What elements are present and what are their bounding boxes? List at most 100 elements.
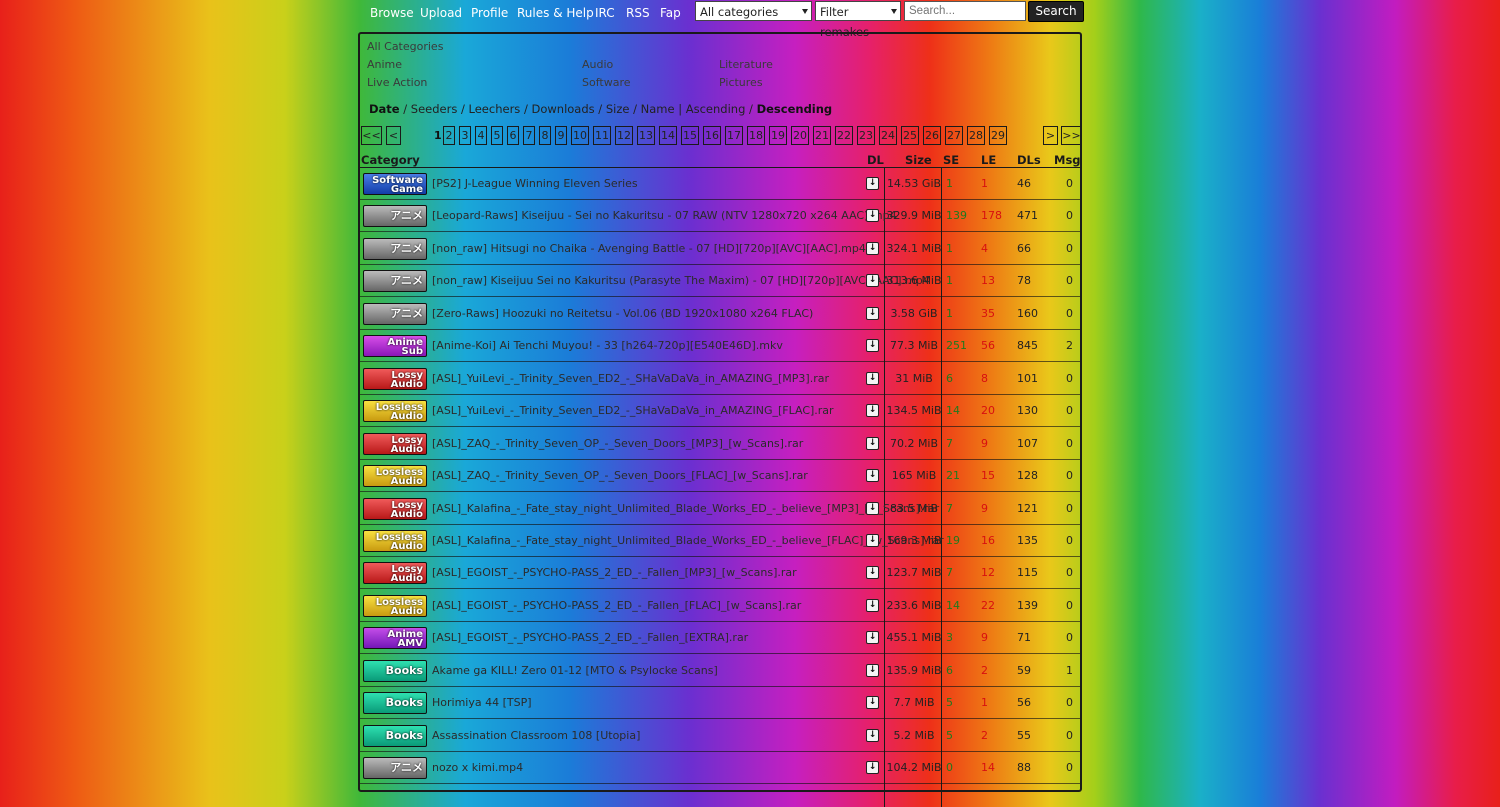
category-badge[interactable]: Lossy Audio [363, 562, 427, 585]
page-link[interactable]: 13 [637, 126, 655, 145]
comments-count[interactable]: 1 [1066, 664, 1073, 677]
comments-count[interactable]: 0 [1066, 307, 1073, 320]
category-badge[interactable]: Lossy Audio [363, 497, 427, 520]
comments-count[interactable]: 0 [1066, 761, 1073, 774]
page-link[interactable]: 2 [443, 126, 455, 145]
page-link[interactable]: 24 [879, 126, 897, 145]
torrent-name-link[interactable]: [ASL]_ZAQ_-_Trinity_Seven_OP_-_Seven_Doo… [432, 469, 808, 482]
sort-leechers[interactable]: Leechers [469, 102, 521, 116]
download-icon[interactable]: ↓ [866, 598, 879, 612]
category-audio[interactable]: Audio [582, 58, 613, 71]
torrent-name-link[interactable]: [PS2] J-League Winning Eleven Series [432, 177, 638, 190]
download-icon[interactable]: ↓ [866, 566, 879, 580]
comments-count[interactable]: 0 [1066, 566, 1073, 579]
page-link[interactable]: 5 [491, 126, 503, 145]
page-link[interactable]: 18 [747, 126, 765, 145]
torrent-name-link[interactable]: [ASL]_YuiLevi_-_Trinity_Seven_ED2_-_SHaV… [432, 372, 829, 385]
page-link[interactable]: 23 [857, 126, 875, 145]
page-link[interactable]: 15 [681, 126, 699, 145]
header-category[interactable]: Category [361, 153, 420, 167]
sort-seeders[interactable]: Seeders [411, 102, 458, 116]
search-button[interactable]: Search [1028, 1, 1084, 22]
comments-count[interactable]: 0 [1066, 729, 1073, 742]
download-icon[interactable]: ↓ [866, 761, 879, 775]
category-badge[interactable]: アニメ [363, 270, 427, 293]
sort-name[interactable]: Name [641, 102, 675, 116]
category-badge[interactable]: Software Game [363, 173, 427, 195]
nav-profile[interactable]: Profile [471, 6, 508, 20]
torrent-name-link[interactable]: Horimiya 44 [TSP] [432, 696, 532, 709]
torrent-name-link[interactable]: [ASL]_ZAQ_-_Trinity_Seven_OP_-_Seven_Doo… [432, 437, 803, 450]
comments-count[interactable]: 0 [1066, 631, 1073, 644]
torrent-name-link[interactable]: Akame ga KILL! Zero 01-12 [MTO & Psylock… [432, 664, 718, 677]
download-icon[interactable]: ↓ [866, 241, 879, 255]
page-link[interactable]: 22 [835, 126, 853, 145]
nav-irc[interactable]: IRC [595, 6, 615, 20]
download-icon[interactable]: ↓ [866, 501, 879, 515]
page-link[interactable]: 14 [659, 126, 677, 145]
download-icon[interactable]: ↓ [866, 696, 879, 710]
torrent-name-link[interactable]: [Anime-Koi] Ai Tenchi Muyou! - 33 [h264-… [432, 339, 783, 352]
page-link[interactable]: 7 [523, 126, 535, 145]
page-link[interactable]: 16 [703, 126, 721, 145]
sort-size[interactable]: Size [606, 102, 630, 116]
page-link[interactable]: 21 [813, 126, 831, 145]
page-link[interactable]: 29 [989, 126, 1007, 145]
download-icon[interactable]: ↓ [866, 663, 879, 677]
torrent-name-link[interactable]: [non_raw] Kiseijuu Sei no Kakuritsu (Par… [432, 274, 930, 287]
download-icon[interactable]: ↓ [866, 728, 879, 742]
comments-count[interactable]: 0 [1066, 696, 1073, 709]
page-link[interactable]: 11 [593, 126, 611, 145]
sort-date[interactable]: Date [369, 102, 400, 116]
header-le[interactable]: LE [981, 153, 996, 167]
category-live-action[interactable]: Live Action [367, 76, 427, 89]
order-ascending[interactable]: Ascending [686, 102, 746, 116]
page-link[interactable]: 19 [769, 126, 787, 145]
category-literature[interactable]: Literature [719, 58, 773, 71]
nav-upload[interactable]: Upload [420, 6, 462, 20]
download-icon[interactable]: ↓ [866, 306, 879, 320]
nav-browse[interactable]: Browse [370, 6, 414, 20]
category-select[interactable]: All categories [695, 1, 812, 21]
category-badge[interactable]: Anime Sub [363, 335, 427, 358]
comments-count[interactable]: 0 [1066, 599, 1073, 612]
download-icon[interactable]: ↓ [866, 631, 879, 645]
page-link[interactable]: 10 [571, 126, 589, 145]
comments-count[interactable]: 0 [1066, 404, 1073, 417]
category-badge[interactable]: Lossy Audio [363, 367, 427, 390]
order-descending[interactable]: Descending [757, 102, 833, 116]
download-icon[interactable]: ↓ [866, 177, 879, 190]
page-link[interactable]: 28 [967, 126, 985, 145]
page-first-button[interactable]: << [361, 126, 382, 145]
category-pictures[interactable]: Pictures [719, 76, 763, 89]
torrent-name-link[interactable]: [ASL]_EGOIST_-_PSYCHO-PASS_2_ED_-_Fallen… [432, 566, 797, 579]
page-link[interactable]: 3 [459, 126, 471, 145]
comments-count[interactable]: 0 [1066, 437, 1073, 450]
category-badge[interactable]: アニメ [363, 205, 427, 228]
header-dls[interactable]: DLs [1017, 153, 1041, 167]
comments-count[interactable]: 2 [1066, 339, 1073, 352]
category-badge[interactable]: Lossless Audio [363, 529, 427, 552]
download-icon[interactable]: ↓ [866, 469, 879, 483]
category-badge[interactable]: Lossless Audio [363, 465, 427, 488]
page-link[interactable]: 26 [923, 126, 941, 145]
download-icon[interactable]: ↓ [866, 404, 879, 418]
header-size[interactable]: Size [905, 153, 932, 167]
category-badge[interactable]: Anime AMV [363, 627, 427, 650]
comments-count[interactable]: 0 [1066, 469, 1073, 482]
torrent-name-link[interactable]: [ASL]_YuiLevi_-_Trinity_Seven_ED2_-_SHaV… [432, 404, 834, 417]
search-input[interactable] [904, 1, 1026, 21]
category-badge[interactable]: アニメ [363, 237, 427, 260]
torrent-name-link[interactable]: [Leopard-Raws] Kiseijuu - Sei no Kakurit… [432, 209, 897, 222]
torrent-name-link[interactable]: [ASL]_EGOIST_-_PSYCHO-PASS_2_ED_-_Fallen… [432, 599, 801, 612]
page-next-button[interactable]: > [1043, 126, 1058, 145]
comments-count[interactable]: 0 [1066, 372, 1073, 385]
nav-rss[interactable]: RSS [626, 6, 650, 20]
comments-count[interactable]: 0 [1066, 502, 1073, 515]
download-icon[interactable]: ↓ [866, 533, 879, 547]
page-link[interactable]: 20 [791, 126, 809, 145]
category-badge[interactable]: Lossy Audio [363, 432, 427, 455]
page-link[interactable]: 12 [615, 126, 633, 145]
category-badge[interactable]: Books [363, 724, 427, 747]
download-icon[interactable]: ↓ [866, 371, 879, 385]
